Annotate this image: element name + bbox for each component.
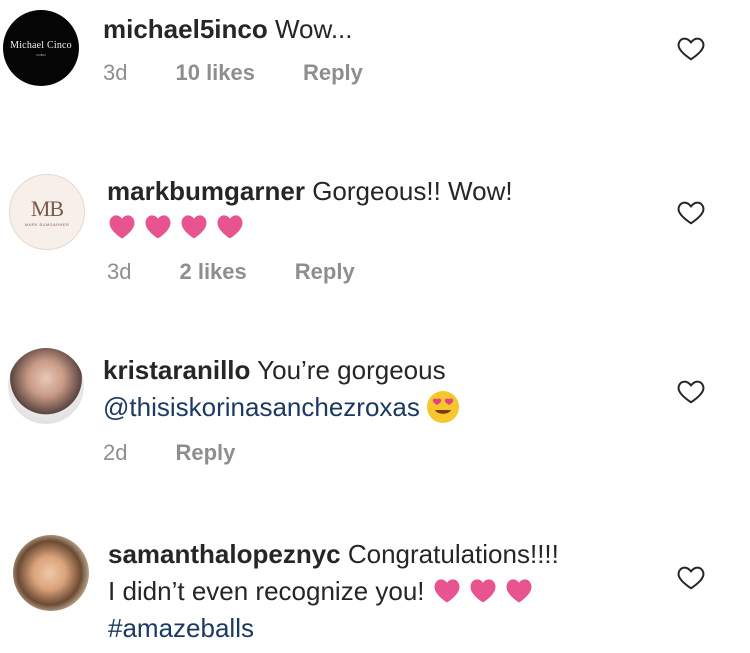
comment-time: 3d <box>103 60 128 85</box>
comment-body: You’re gorgeous <box>250 355 446 385</box>
like-heart-icon[interactable] <box>676 33 706 63</box>
likes-count[interactable]: 2 likes <box>179 259 246 285</box>
pink-heart-icon <box>217 215 243 239</box>
comment-text: samanthalopeznyc Congratulations!!!! <box>108 536 559 573</box>
avatar[interactable] <box>8 348 84 424</box>
reply-button[interactable]: Reply <box>175 440 235 466</box>
comment-text-line2: I didn’t even recognize you! <box>108 573 540 610</box>
comment-text: kristaranillo You’re gorgeous <box>103 352 446 389</box>
reply-button[interactable]: Reply <box>303 60 363 86</box>
mention-line: @thisiskorinasanchezroxas <box>103 389 460 426</box>
mention-link[interactable]: @thisiskorinasanchezroxas <box>103 392 420 422</box>
pink-heart-icon <box>506 579 532 603</box>
comment-text: michael5inco Wow... <box>103 11 353 48</box>
comment-body: I didn’t even recognize you! <box>108 576 425 606</box>
like-heart-icon[interactable] <box>676 197 706 227</box>
avatar[interactable] <box>13 535 89 611</box>
pink-heart-icon <box>109 215 135 239</box>
reply-button[interactable]: Reply <box>295 259 355 285</box>
avatar[interactable]: Michael Cinco DUBAI <box>3 10 79 86</box>
comment-body: Wow... <box>267 14 353 44</box>
comment-text: markbumgarner Gorgeous!! Wow! <box>107 173 513 210</box>
hashtag-line: #amazeballs <box>108 610 254 647</box>
comment-body: Congratulations!!!! <box>340 539 559 569</box>
pink-heart-icon <box>434 579 460 603</box>
emoji-line <box>107 209 251 246</box>
like-heart-icon[interactable] <box>676 376 706 406</box>
likes-count[interactable]: 10 likes <box>175 60 255 86</box>
like-heart-icon[interactable] <box>676 562 706 592</box>
username-link[interactable]: markbumgarner <box>107 176 305 206</box>
pink-heart-icon <box>181 215 207 239</box>
pink-heart-icon <box>470 579 496 603</box>
username-link[interactable]: michael5inco <box>103 14 268 44</box>
comment-meta: 3d 10 likes Reply <box>103 60 411 86</box>
avatar[interactable]: MB MARK BUMGARNER <box>9 174 85 250</box>
comment-time: 3d <box>107 259 132 284</box>
comment-meta: 3d 2 likes Reply <box>107 259 403 285</box>
heart-eyes-face-icon <box>426 391 459 423</box>
comment-time: 2d <box>103 440 128 465</box>
comment-meta: 2d Reply <box>103 440 283 466</box>
comment-body: Gorgeous!! Wow! <box>304 176 513 206</box>
hashtag-link[interactable]: #amazeballs <box>108 613 254 643</box>
pink-heart-icon <box>145 215 171 239</box>
username-link[interactable]: samanthalopeznyc <box>108 539 341 569</box>
username-link[interactable]: kristaranillo <box>103 355 250 385</box>
